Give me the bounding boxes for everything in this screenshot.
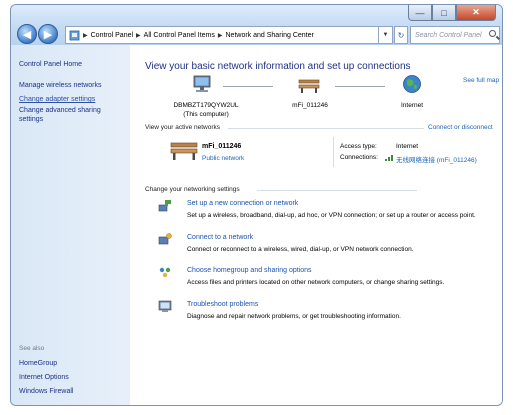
network-type-link[interactable]: Public network — [202, 155, 244, 162]
chevron-down-icon: ▼ — [382, 32, 389, 38]
control-panel-icon — [69, 30, 80, 40]
bench-icon — [170, 142, 198, 160]
column-divider — [333, 137, 334, 167]
change-settings-label: Change your networking settings — [145, 186, 240, 193]
troubleshoot-link[interactable]: Troubleshoot problems — [187, 301, 258, 308]
setup-connection-desc: Set up a wireless, broadband, dial-up, a… — [187, 212, 476, 219]
troubleshoot-icon — [158, 300, 172, 312]
breadcrumb-network-center[interactable]: Network and Sharing Center — [226, 32, 314, 39]
computer-name: DBMBZT179QYW2UL — [173, 102, 239, 109]
wireless-signal-icon — [385, 155, 393, 161]
minimize-button[interactable]: — — [408, 5, 432, 21]
change-adapter-settings-link[interactable]: Change adapter settings — [19, 95, 95, 104]
breadcrumb-separator: ▶ — [217, 32, 223, 39]
refresh-button[interactable]: ↻ — [394, 26, 408, 44]
homegroup-sharing-desc: Access files and printers located on oth… — [187, 279, 445, 286]
close-button[interactable]: ✕ — [456, 5, 496, 21]
access-type-label: Access type: — [340, 143, 377, 150]
network-sharing-window: — □ ✕ ◀ ▶ ▶ Control Panel ▶ All Control … — [10, 4, 503, 406]
map-internet-label[interactable]: Internet — [388, 102, 436, 109]
maximize-button[interactable]: □ — [432, 5, 456, 21]
homegroup-sharing-link[interactable]: Choose homegroup and sharing options — [187, 267, 312, 274]
access-type-value: Internet — [396, 143, 419, 150]
back-button[interactable]: ◀ — [17, 24, 37, 44]
page-title: View your basic network information and … — [145, 61, 411, 72]
manage-wireless-networks-link[interactable]: Manage wireless networks — [19, 81, 101, 90]
active-networks-label: View your active networks — [145, 124, 221, 131]
setup-connection-link[interactable]: Set up a new connection or network — [187, 200, 298, 207]
section-divider — [257, 190, 417, 191]
breadcrumb-separator: ▶ — [136, 32, 141, 39]
control-panel-home-link[interactable]: Control Panel Home — [19, 60, 82, 69]
globe-icon — [403, 75, 421, 93]
troubleshoot-desc: Diagnose and repair network problems, or… — [187, 313, 401, 320]
breadcrumb-separator: ▶ — [83, 32, 88, 39]
connect-or-disconnect-link[interactable]: Connect or disconnect — [428, 124, 493, 131]
connect-network-desc: Connect or reconnect to a wireless, wire… — [187, 246, 414, 253]
bench-icon — [298, 79, 320, 93]
refresh-icon: ↻ — [397, 30, 405, 40]
title-bar: — □ ✕ ◀ ▶ ▶ Control Panel ▶ All Control … — [11, 5, 502, 45]
back-icon: ◀ — [22, 28, 32, 41]
homegroup-icon — [159, 267, 171, 278]
computer-sub-label: (This computer) — [183, 111, 229, 118]
main-content: View your basic network information and … — [130, 45, 502, 405]
active-network-name: mFi_011246 — [202, 143, 242, 150]
search-icon[interactable] — [489, 30, 496, 37]
breadcrumb-control-panel[interactable]: Control Panel — [91, 32, 133, 39]
see-also-label: See also — [19, 345, 45, 352]
setup-icon — [158, 200, 171, 212]
search-placeholder: Search Control Panel — [415, 31, 482, 39]
window-controls: — □ ✕ — [408, 5, 496, 21]
breadcrumb-all-items[interactable]: All Control Panel Items — [144, 32, 215, 39]
section-divider — [228, 128, 424, 129]
forward-icon: ▶ — [43, 28, 53, 41]
change-advanced-sharing-link[interactable]: Change advanced sharing settings — [19, 106, 119, 124]
homegroup-link[interactable]: HomeGroup — [19, 359, 57, 368]
windows-firewall-link[interactable]: Windows Firewall — [19, 387, 73, 396]
address-dropdown[interactable]: ▼ — [379, 26, 393, 44]
forward-button[interactable]: ▶ — [38, 24, 58, 44]
internet-options-link[interactable]: Internet Options — [19, 373, 69, 382]
connect-icon — [158, 233, 172, 245]
map-connector-line — [335, 86, 385, 87]
computer-icon — [193, 75, 211, 92]
connection-link[interactable]: 无线网络连接 (mFi_011246) — [396, 154, 477, 164]
connections-label: Connections: — [340, 154, 378, 161]
sidebar: Control Panel Home Manage wireless netwo… — [11, 45, 130, 405]
address-bar[interactable]: ▶ Control Panel ▶ All Control Panel Item… — [65, 26, 379, 44]
map-network-name[interactable]: mFi_011246 — [278, 102, 342, 109]
search-input[interactable]: Search Control Panel — [410, 26, 500, 44]
see-full-map-link[interactable]: See full map — [463, 77, 499, 84]
map-connector-line — [223, 86, 273, 87]
connect-network-link[interactable]: Connect to a network — [187, 234, 253, 241]
